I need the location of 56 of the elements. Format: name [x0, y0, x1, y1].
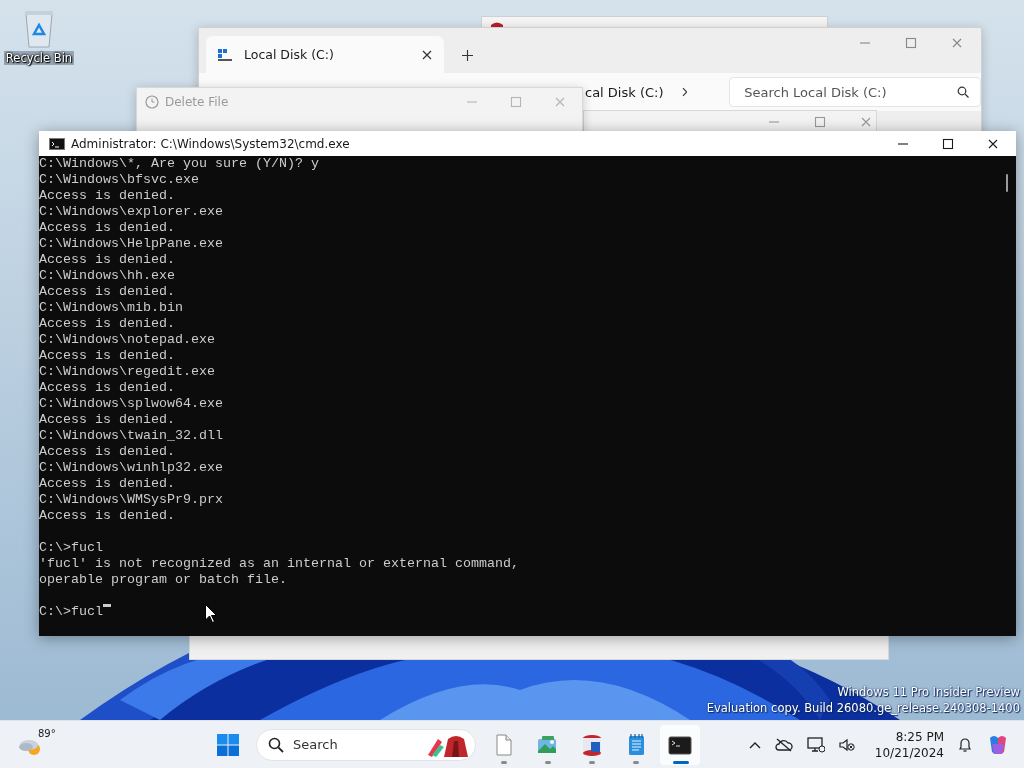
console-line: Access is denied.: [39, 284, 175, 300]
breadcrumb-item[interactable]: cal Disk (C:): [585, 84, 664, 100]
chevron-right-icon[interactable]: [681, 87, 688, 97]
search-field[interactable]: Search: [256, 728, 476, 761]
bell-icon[interactable]: [958, 736, 972, 753]
console-line: Access is denied.: [39, 380, 175, 396]
console-line: operable program or batch file.: [39, 572, 287, 588]
database-icon: [580, 732, 604, 757]
windows-logo-icon: [217, 733, 239, 756]
plus-icon[interactable]: [462, 50, 473, 61]
console-line: C:\Windows\notepad.exe: [39, 332, 215, 348]
console-line: Access is denied.: [39, 220, 175, 236]
console-line: Access is denied.: [39, 508, 175, 524]
console-line: 'fucl' is not recognized as an internal or external command,: [39, 556, 519, 572]
console-line: Access is denied.: [39, 444, 175, 460]
cloud-off-icon[interactable]: [774, 737, 793, 752]
search-icon: [957, 86, 969, 98]
console-line: Access is denied.: [39, 476, 175, 492]
chevron-up-icon[interactable]: [748, 740, 761, 749]
console-line: C:\Windows\twain_32.dll: [39, 428, 223, 444]
console-line: C:\Windows\*, Are you sure (Y/N)? y: [39, 156, 319, 172]
mouse-pointer-icon: [205, 604, 217, 623]
search-icon: [268, 736, 284, 753]
console-icon: [49, 137, 65, 150]
console-line: C:\Windows\bfsvc.exe: [39, 172, 199, 188]
console-line: Access is denied.: [39, 188, 175, 204]
close-icon[interactable]: [987, 137, 999, 150]
maximize-icon[interactable]: [942, 137, 954, 150]
network-monitor-icon[interactable]: [806, 736, 825, 753]
clock[interactable]: 8:25 PM 10/21/2024: [874, 728, 944, 761]
console-line: Access is denied.: [39, 348, 175, 364]
drive-icon: [218, 48, 232, 61]
console-line: Access is denied.: [39, 412, 175, 428]
window-tab[interactable]: Local Disk (C:): [206, 36, 444, 73]
console-line: C:\Windows\HelpPane.exe: [39, 236, 223, 252]
taskbar-app-button[interactable]: [660, 724, 700, 765]
console-line: Access is denied.: [39, 252, 175, 268]
console-line: C:\>fucl: [39, 540, 103, 556]
window-title: Delete File: [165, 95, 230, 109]
console-line: C:\Windows\hh.exe: [39, 268, 175, 284]
icon-label: Recycle Bin: [3, 51, 75, 65]
console-line: C:\Windows\regedit.exe: [39, 364, 215, 380]
clock-icon: [145, 95, 159, 109]
console-line: C:\Windows\WMSysPr9.prx: [39, 492, 223, 508]
temperature-label: 89°: [38, 727, 56, 739]
console-line: C:\Windows\winhlp32.exe: [39, 460, 223, 476]
console-line: Access is denied.: [39, 316, 175, 332]
console-line: C:\>fucl: [39, 604, 103, 620]
console-line: C:\Windows\splwow64.exe: [39, 396, 223, 412]
recycle-bin-icon[interactable]: [22, 8, 56, 48]
console-line: C:\Windows\mib.bin: [39, 300, 183, 316]
speaker-muted-icon[interactable]: [838, 737, 855, 752]
close-icon[interactable]: [422, 49, 432, 60]
console-line: C:\Windows\explorer.exe: [39, 204, 223, 220]
window-title: Administrator: C:\Windows\System32\cmd.exe: [71, 136, 351, 151]
search-field[interactable]: Search Local Disk (C:): [729, 77, 981, 107]
